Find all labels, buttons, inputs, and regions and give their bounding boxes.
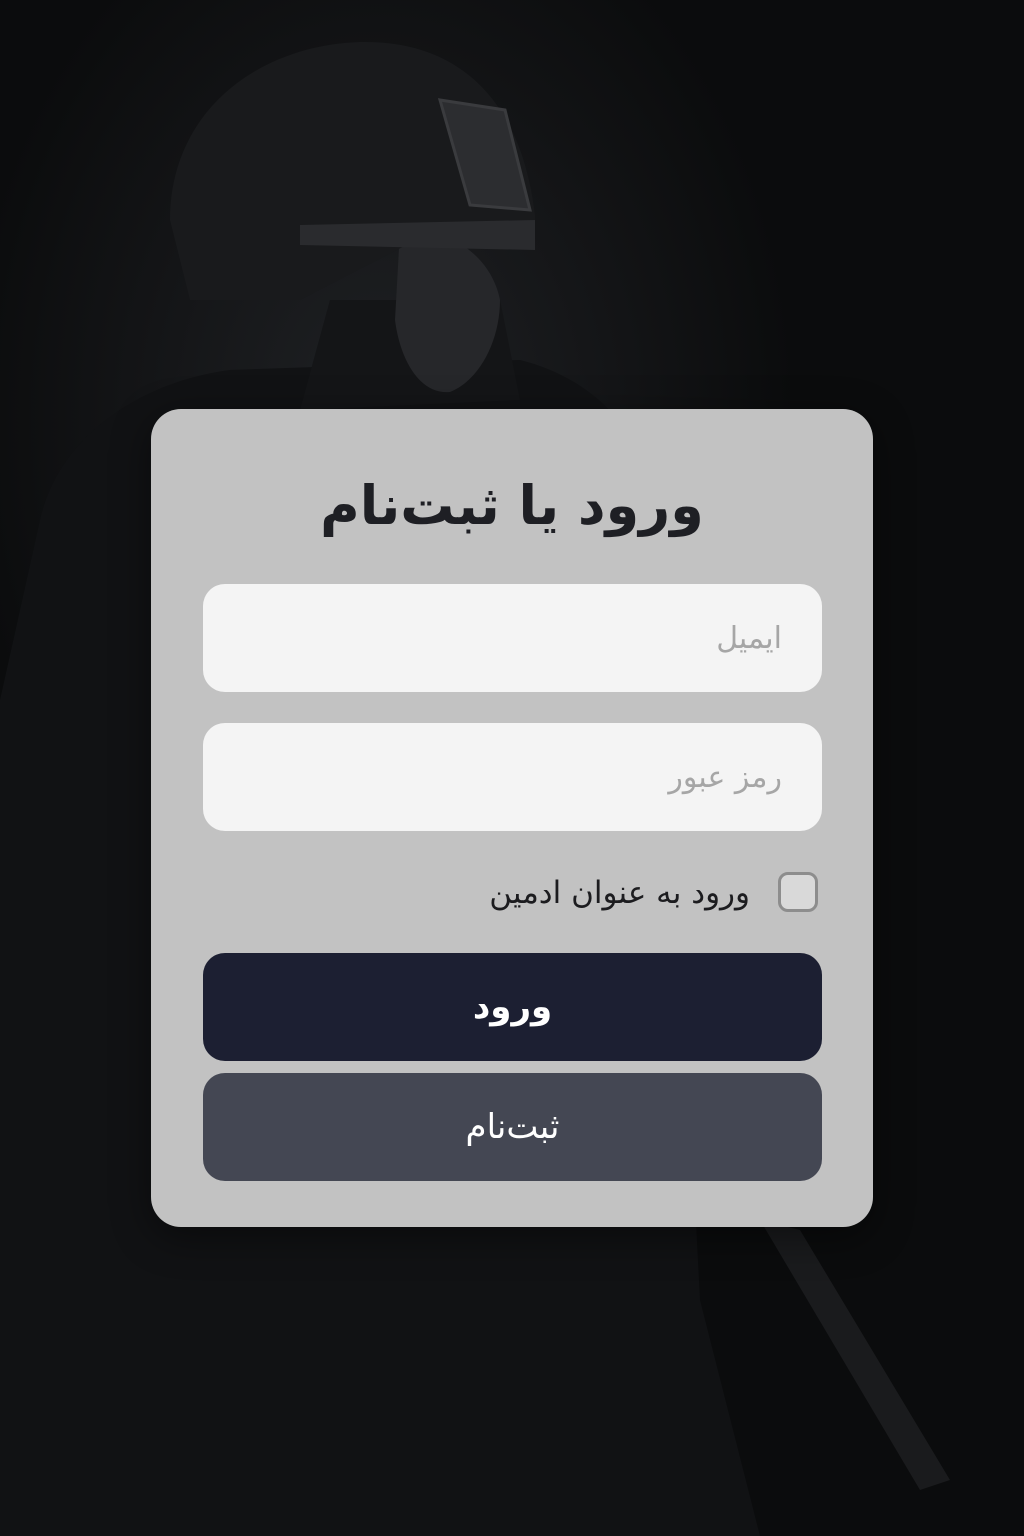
rifle bbox=[760, 1220, 950, 1490]
admin-checkbox-label: ورود به عنوان ادمین bbox=[489, 875, 750, 911]
helmet-brim bbox=[300, 220, 535, 250]
login-button[interactable]: ورود bbox=[203, 953, 822, 1061]
admin-login-option[interactable]: ورود به عنوان ادمین bbox=[203, 868, 822, 918]
admin-checkbox[interactable] bbox=[778, 872, 818, 912]
email-field[interactable] bbox=[203, 584, 822, 692]
signup-button[interactable]: ثبت‌نام bbox=[203, 1073, 822, 1181]
password-field[interactable] bbox=[203, 723, 822, 831]
page-title: ورود یا ثبت‌نام bbox=[320, 474, 704, 537]
